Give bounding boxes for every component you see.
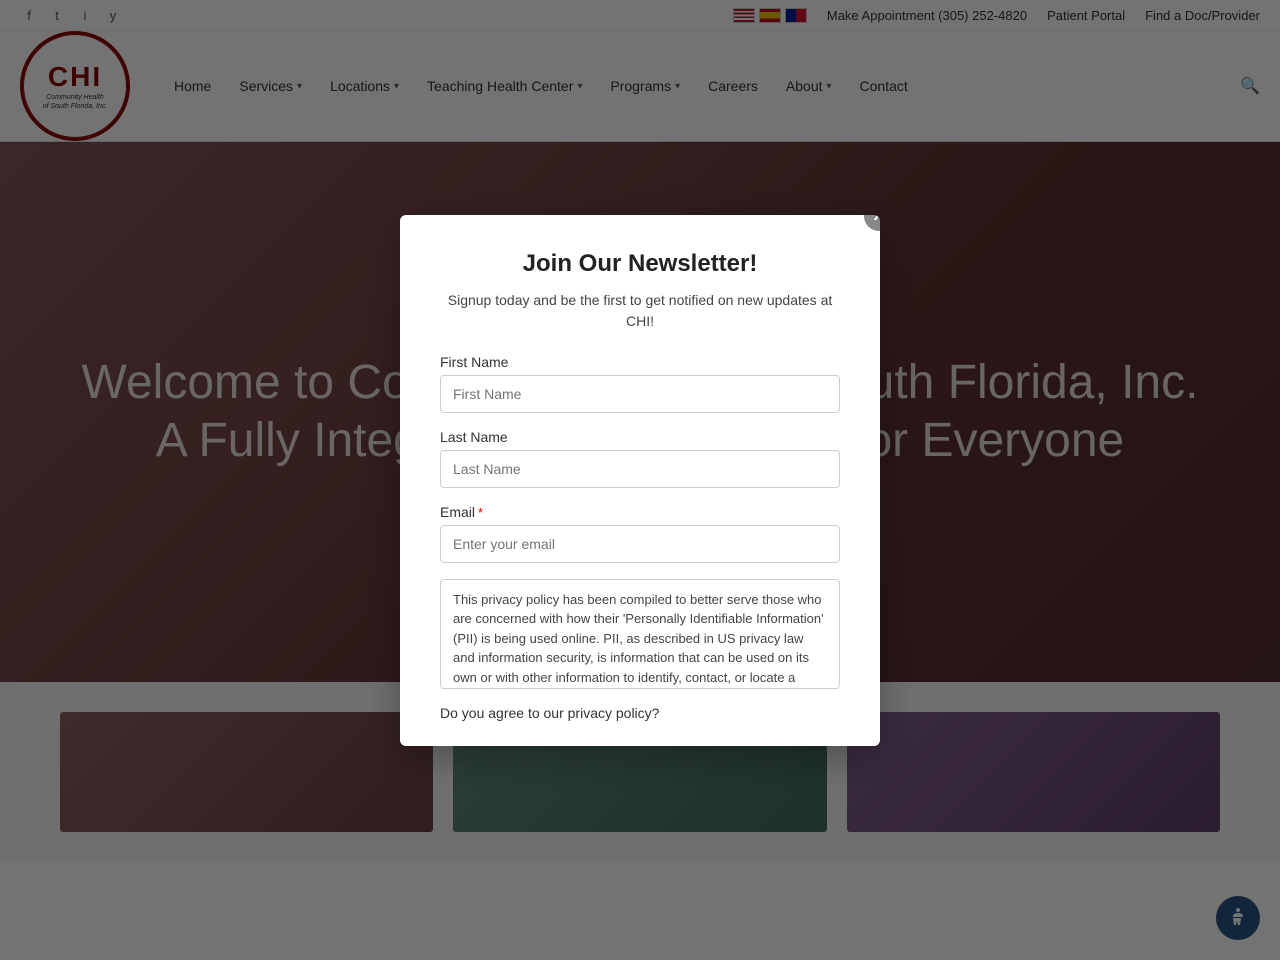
email-label: Email*	[440, 504, 840, 520]
newsletter-modal: X Join Our Newsletter! Signup today and …	[400, 215, 880, 746]
modal-subtitle: Signup today and be the first to get not…	[440, 290, 840, 332]
last-name-group: Last Name	[440, 429, 840, 488]
first-name-group: First Name	[440, 354, 840, 413]
last-name-label: Last Name	[440, 429, 840, 445]
first-name-input[interactable]	[440, 375, 840, 413]
privacy-policy-text[interactable]: This privacy policy has been compiled to…	[440, 579, 840, 689]
modal-title: Join Our Newsletter!	[440, 250, 840, 278]
email-group: Email*	[440, 504, 840, 563]
modal-close-button[interactable]: X	[864, 215, 880, 231]
required-indicator: *	[478, 505, 483, 520]
email-input[interactable]	[440, 525, 840, 563]
first-name-label: First Name	[440, 354, 840, 370]
privacy-question: Do you agree to our privacy policy?	[440, 705, 840, 721]
last-name-input[interactable]	[440, 450, 840, 488]
privacy-group: This privacy policy has been compiled to…	[440, 579, 840, 689]
modal-overlay[interactable]: X Join Our Newsletter! Signup today and …	[0, 0, 1280, 960]
